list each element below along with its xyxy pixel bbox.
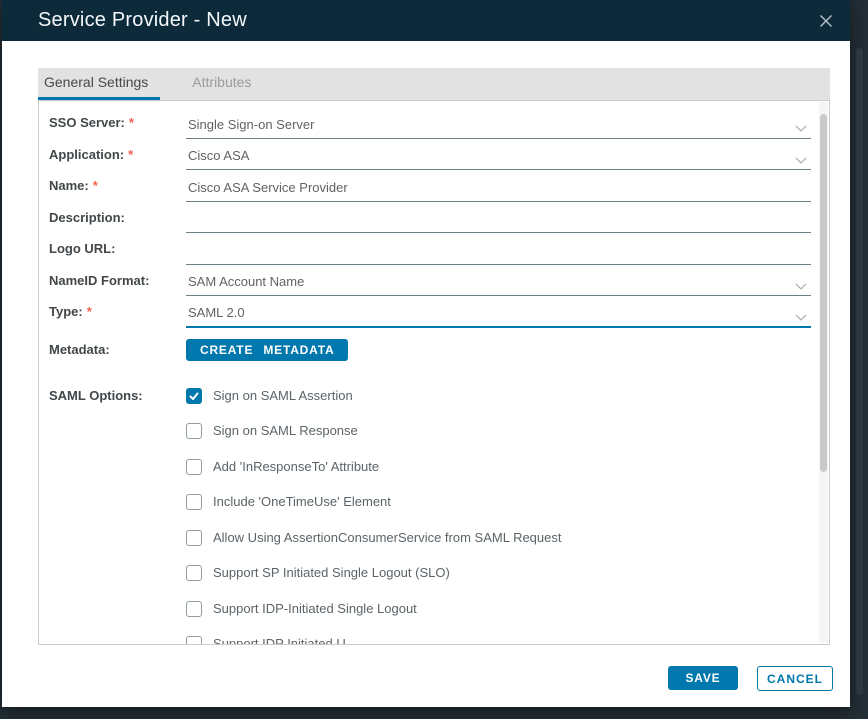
checkbox-allow-using-assertionconsumerservice-from-saml-request[interactable]: Allow Using AssertionConsumerService fro…: [186, 529, 811, 565]
vertical-scrollbar[interactable]: [819, 102, 828, 643]
checkbox-add-inresponseto-attribute[interactable]: Add 'InResponseTo' Attribute: [186, 458, 811, 494]
tab-bar: General Settings Attributes: [38, 68, 830, 100]
field-label: Application:*: [49, 147, 186, 162]
field-label: Logo URL:*: [49, 241, 186, 256]
description-input[interactable]: [186, 202, 811, 234]
field-row-nameid-format: NameID Format:* SAM Account Name: [49, 265, 811, 297]
application-select[interactable]: Cisco ASA: [186, 139, 811, 171]
form-scroll-area: SSO Server:* Single Sign-on Server Appli…: [38, 100, 830, 645]
field-row-saml-options: SAML Options: Sign on SAML Assertion Sig…: [49, 387, 811, 646]
required-asterisk: *: [87, 304, 92, 319]
close-icon[interactable]: [814, 9, 838, 33]
checkbox[interactable]: [186, 423, 202, 439]
checkbox-sign-on-saml-response[interactable]: Sign on SAML Response: [186, 422, 811, 458]
dialog-title: Service Provider - New: [38, 9, 247, 32]
chevron-down-icon: [795, 120, 807, 138]
field-label: SSO Server:*: [49, 115, 186, 130]
required-asterisk: *: [129, 115, 134, 130]
checkbox-sign-on-saml-assertion[interactable]: Sign on SAML Assertion: [186, 387, 811, 423]
field-row-application: Application:* Cisco ASA: [49, 139, 811, 171]
field-label: Metadata:*: [49, 342, 186, 357]
tab-attributes[interactable]: Attributes: [184, 68, 259, 100]
name-input[interactable]: Cisco ASA Service Provider: [186, 170, 811, 202]
dialog-header: Service Provider - New: [2, 0, 850, 41]
type-select[interactable]: SAML 2.0: [186, 296, 811, 328]
checkbox[interactable]: [186, 530, 202, 546]
field-label: Description:*: [49, 210, 186, 225]
chevron-down-icon: [795, 152, 807, 170]
background-scrollbar: [856, 48, 863, 695]
field-row-sso-server: SSO Server:* Single Sign-on Server: [49, 107, 811, 139]
checkbox-support-idp-initiated-u[interactable]: Support IDP Initiated U: [186, 635, 811, 645]
cancel-button[interactable]: CANCEL: [757, 666, 833, 691]
create-metadata-button[interactable]: CREATE METADATA: [186, 339, 348, 361]
field-row-metadata: Metadata:* CREATE METADATA: [49, 328, 811, 372]
logo-url-input[interactable]: [186, 233, 811, 265]
form: SSO Server:* Single Sign-on Server Appli…: [39, 101, 829, 645]
dialog-footer: SAVE CANCEL: [2, 645, 850, 707]
checkbox[interactable]: [186, 601, 202, 617]
checkbox[interactable]: [186, 636, 202, 645]
required-asterisk: *: [93, 178, 98, 193]
field-row-type: Type:* SAML 2.0: [49, 296, 811, 328]
checkmark-icon: [188, 390, 200, 402]
chevron-down-icon: [795, 309, 807, 327]
field-row-name: Name:* Cisco ASA Service Provider: [49, 170, 811, 202]
checkbox[interactable]: [186, 565, 202, 581]
page-background: Service Provider - New General Settings …: [0, 0, 868, 719]
checkbox[interactable]: [186, 494, 202, 510]
sso-server-select[interactable]: Single Sign-on Server: [186, 107, 811, 139]
checkbox[interactable]: [186, 388, 202, 404]
chevron-down-icon: [795, 278, 807, 296]
tab-general-settings[interactable]: General Settings: [38, 68, 160, 100]
save-button[interactable]: SAVE: [668, 666, 738, 690]
checkbox-include-onetimeuse-element[interactable]: Include 'OneTimeUse' Element: [186, 493, 811, 529]
field-label: SAML Options:: [49, 387, 186, 405]
field-row-description: Description:*: [49, 202, 811, 234]
field-row-logo-url: Logo URL:*: [49, 233, 811, 265]
field-label: Name:*: [49, 178, 186, 193]
checkbox[interactable]: [186, 459, 202, 475]
checkbox-support-sp-initiated-single-logout-slo[interactable]: Support SP Initiated Single Logout (SLO): [186, 564, 811, 600]
required-asterisk: *: [128, 147, 133, 162]
field-label: Type:*: [49, 304, 186, 319]
scrollbar-thumb[interactable]: [820, 114, 827, 472]
checkbox-support-idp-initiated-single-logout[interactable]: Support IDP-Initiated Single Logout: [186, 600, 811, 636]
service-provider-dialog: Service Provider - New General Settings …: [2, 0, 850, 707]
nameid-format-select[interactable]: SAM Account Name: [186, 265, 811, 297]
field-label: NameID Format:*: [49, 273, 186, 288]
